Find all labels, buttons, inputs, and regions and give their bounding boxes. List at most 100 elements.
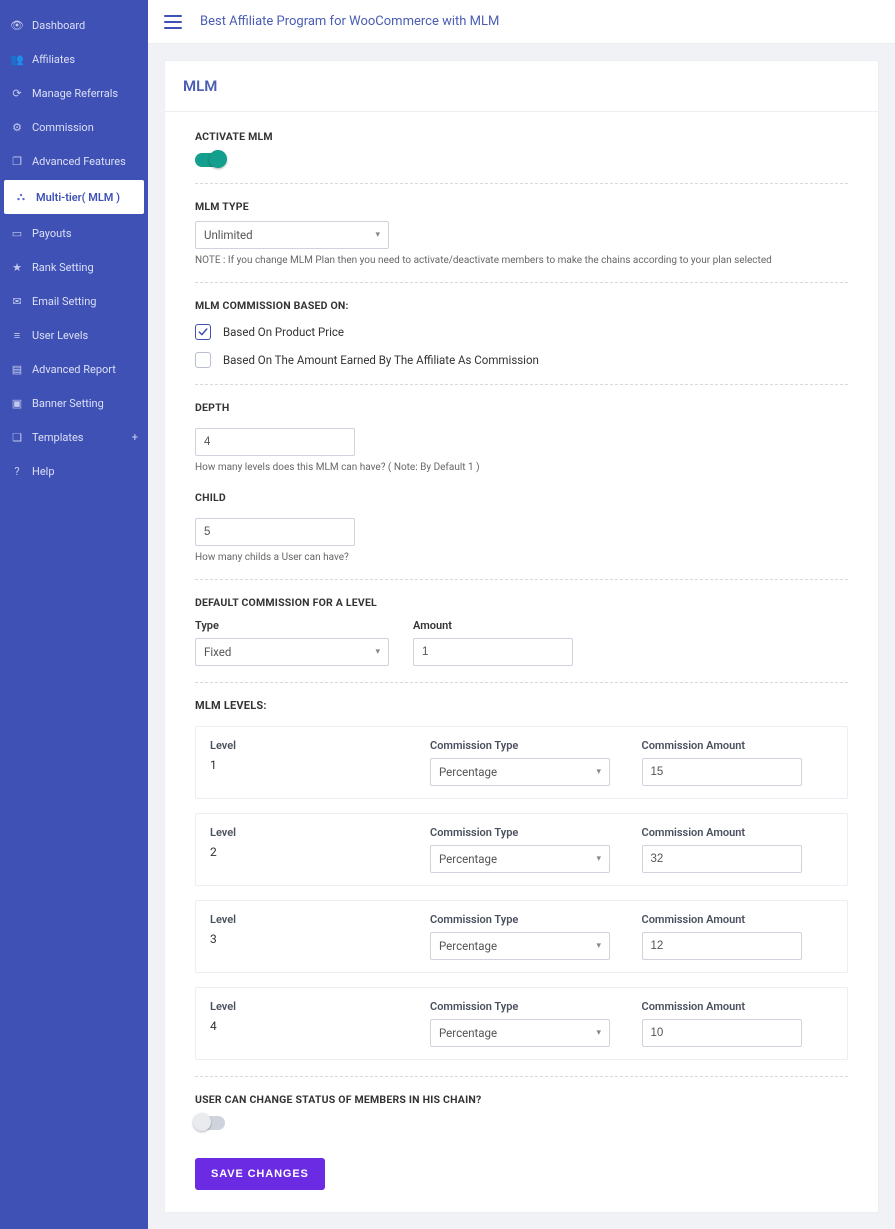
sidebar: 👁 Dashboard 👥Affiliates⟳Manage Referrals⚙C… (0, 0, 148, 1229)
sidebar-item-commission[interactable]: ⚙Commission (0, 110, 148, 144)
level-row: Level2Commission TypePercentage▾Commissi… (195, 813, 848, 886)
mlm-type-select[interactable]: Unlimited ▾ (195, 221, 389, 249)
sidebar-item-label: Dashboard (32, 19, 85, 32)
child-help: How many childs a User can have? (195, 552, 848, 563)
basis-option-2-label: Based On The Amount Earned By The Affili… (223, 353, 539, 367)
sidebar-item-advanced-report[interactable]: ▤Advanced Report (0, 352, 148, 386)
commission-type-value: Percentage (439, 765, 497, 779)
chain-status-label: USER CAN CHANGE STATUS OF MEMBERS IN HIS… (195, 1093, 848, 1106)
gear-icon: ⚙ (10, 120, 24, 134)
commission-type-value: Percentage (439, 852, 497, 866)
report-icon: ▤ (10, 362, 24, 376)
commission-type-select[interactable]: Percentage ▾ (430, 1019, 610, 1047)
sidebar-item-label: Banner Setting (32, 397, 104, 410)
image-icon: ▣ (10, 396, 24, 410)
chevron-down-icon: ▾ (375, 647, 380, 657)
commission-amount-input[interactable] (642, 932, 802, 960)
commission-amount-label: Commission Amount (642, 826, 834, 839)
sidebar-item-payouts[interactable]: ▭ Payouts (0, 216, 148, 250)
template-icon: ❏ (10, 430, 24, 444)
sidebar-item-email-setting[interactable]: ✉ Email Setting (0, 284, 148, 318)
card-title: MLM (165, 61, 878, 112)
depth-input[interactable] (195, 428, 355, 456)
divider (195, 183, 848, 184)
level-row: Level 1 Commission Type Percentage ▾ Commissi… (195, 726, 848, 799)
sidebar-item-multi-tier-mlm[interactable]: ⛬Multi-tier( MLM ) (4, 180, 144, 214)
sidebar-item-rank-setting[interactable]: ★ Rank Setting (0, 250, 148, 284)
sidebar-item-label: Help (32, 465, 55, 478)
type-label: Type (195, 619, 389, 632)
default-type-value: Fixed (204, 645, 231, 659)
chevron-down-icon: ▾ (596, 1028, 601, 1038)
activate-mlm-toggle[interactable] (195, 153, 225, 167)
levels-label: MLM LEVELS: (195, 699, 848, 712)
sidebar-item-user-levels[interactable]: ≡ User Levels (0, 318, 148, 352)
eye-icon: 👁 (10, 18, 24, 32)
default-type-select[interactable]: Fixed ▾ (195, 638, 389, 666)
commission-basis-label: MLM COMMISSION BASED ON: (195, 299, 848, 312)
commission-type-value: Percentage (439, 1026, 497, 1040)
divider (195, 282, 848, 283)
commission-amount-input[interactable] (642, 1019, 802, 1047)
page-title: Best Affiliate Program for WooCommerce w… (200, 14, 499, 29)
level-value: 1 (210, 758, 410, 772)
sidebar-item-dashboard[interactable]: 👁 Dashboard (0, 8, 148, 42)
default-amount-input[interactable] (413, 638, 573, 666)
child-input[interactable] (195, 518, 355, 546)
mlm-type-label: MLM TYPE (195, 200, 848, 213)
commission-amount-input[interactable] (642, 845, 802, 873)
level-value: 2 (210, 845, 410, 859)
sidebar-item-label: Email Setting (32, 295, 96, 308)
commission-type-select[interactable]: Percentage ▾ (430, 845, 610, 873)
sidebar-item-label: User Levels (32, 329, 88, 342)
sidebar-item-banner-setting[interactable]: ▣ Banner Setting (0, 386, 148, 420)
chevron-down-icon: ▾ (596, 854, 601, 864)
sidebar-item-templates[interactable]: ❏Templates+ (0, 420, 148, 454)
chevron-down-icon: ▾ (596, 941, 601, 951)
commission-amount-input[interactable] (642, 758, 802, 786)
group-icon: ⛬ (14, 190, 28, 204)
default-commission-label: DEFAULT COMMISSION FOR A LEVEL (195, 596, 848, 609)
menu-toggle-icon[interactable] (164, 15, 182, 29)
commission-type-select[interactable]: Percentage ▾ (430, 758, 610, 786)
sidebar-item-help[interactable]: ? Help (0, 454, 148, 488)
settings-card: MLM ACTIVATE MLM MLM TYPE Unlimited ▾ NO… (164, 60, 879, 1213)
plus-icon: + (132, 431, 138, 444)
sidebar-item-label: Payouts (32, 227, 72, 240)
sidebar-item-affiliates[interactable]: 👥Affiliates (0, 42, 148, 76)
puzzle-icon: ❐ (10, 154, 24, 168)
basis-product-price-checkbox[interactable] (195, 324, 211, 340)
level-label: Level (210, 739, 410, 752)
badge-icon: ★ (10, 260, 24, 274)
depth-help: How many levels does this MLM can have? … (195, 462, 848, 473)
level-row: Level 4 Commission Type Percentage ▾ Commissi… (195, 987, 848, 1060)
divider (195, 384, 848, 385)
card-icon: ▭ (10, 226, 24, 240)
level-label: Level (210, 913, 410, 926)
help-icon: ? (10, 464, 24, 478)
divider (195, 1076, 848, 1077)
chain-status-toggle[interactable] (195, 1116, 225, 1130)
refresh-icon: ⟳ (10, 86, 24, 100)
sidebar-item-label: Rank Setting (32, 261, 94, 274)
commission-amount-label: Commission Amount (642, 1000, 834, 1013)
level-label: Level (210, 1000, 410, 1013)
sidebar-item-manage-referrals[interactable]: ⟳Manage Referrals (0, 76, 148, 110)
chevron-down-icon: ▾ (596, 767, 601, 777)
level-value: 4 (210, 1019, 410, 1033)
sidebar-item-advanced-features[interactable]: ❐Advanced Features (0, 144, 148, 178)
topbar: Best Affiliate Program for WooCommerce w… (148, 0, 895, 44)
sidebar-item-label: Affiliates (32, 53, 75, 66)
amount-label: Amount (413, 619, 573, 632)
chevron-down-icon: ▾ (375, 230, 380, 240)
bars-icon: ≡ (10, 328, 24, 342)
basis-affiliate-earned-checkbox[interactable] (195, 352, 211, 368)
mail-icon: ✉ (10, 294, 24, 308)
commission-amount-label: Commission Amount (642, 739, 834, 752)
commission-type-label: Commission Type (430, 826, 622, 839)
commission-type-label: Commission Type (430, 739, 622, 752)
basis-option-1-label: Based On Product Price (223, 325, 344, 339)
save-changes-button[interactable]: SAVE CHANGES (195, 1158, 325, 1190)
commission-type-label: Commission Type (430, 1000, 622, 1013)
commission-type-select[interactable]: Percentage▾ (430, 932, 610, 960)
